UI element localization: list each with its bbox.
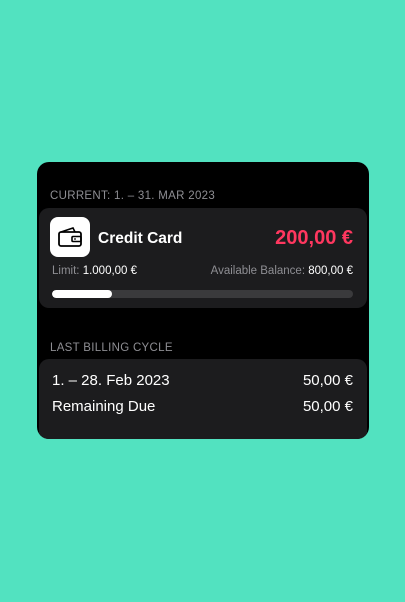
list-item: Remaining Due 50,00 € (52, 398, 353, 415)
last-cycle-card[interactable]: 1. – 28. Feb 2023 50,00 € Remaining Due … (39, 359, 367, 439)
current-card[interactable]: Credit Card 200,00 € Limit: 1.000,00 € A… (39, 208, 367, 308)
current-amount: 200,00 € (275, 227, 353, 249)
current-period-header: CURRENT: 1. – 31. MAR 2023 (50, 190, 216, 202)
card-title: Credit Card (98, 230, 183, 247)
available-balance-info: Available Balance: 800,00 € (211, 265, 353, 277)
limit-value: 1.000,00 € (82, 265, 138, 277)
limit-info: Limit: 1.000,00 € (52, 265, 137, 277)
available-value: 800,00 € (308, 265, 353, 277)
wallet-icon (50, 217, 90, 257)
remaining-due-value: 50,00 € (302, 398, 353, 415)
available-label: Available Balance: (210, 265, 306, 277)
last-cycle-header: LAST BILLING CYCLE (50, 342, 173, 354)
limit-label: Limit: (52, 265, 80, 277)
usage-progress-bar (52, 290, 353, 298)
cycle-period-value: 50,00 € (302, 372, 353, 389)
cycle-period-label: 1. – 28. Feb 2023 (52, 372, 170, 389)
remaining-due-label: Remaining Due (52, 398, 156, 415)
list-item: 1. – 28. Feb 2023 50,00 € (52, 372, 353, 389)
usage-progress-fill (52, 290, 113, 298)
credit-card-widget: CURRENT: 1. – 31. MAR 2023 Credit Card 2… (37, 162, 369, 439)
